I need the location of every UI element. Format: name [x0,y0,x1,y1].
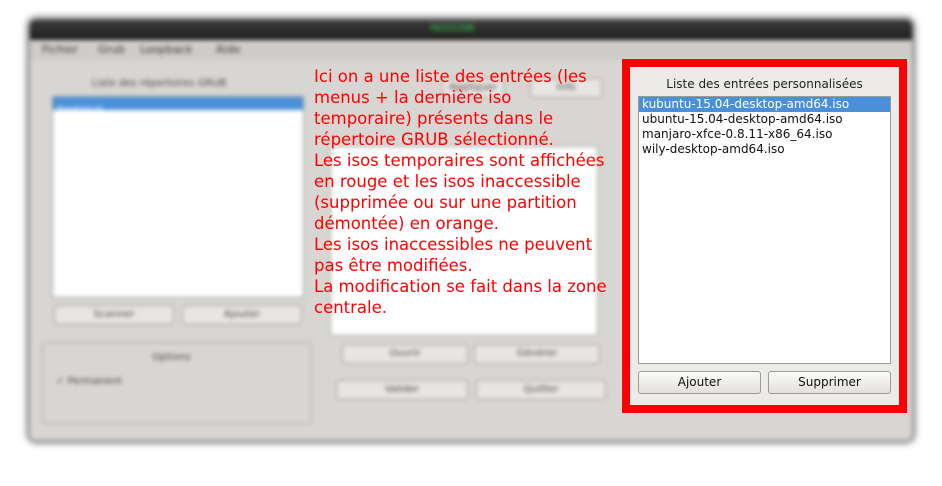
annotation-paragraph: Les isos temporaires sont affichées en r… [314,151,605,233]
annotation-paragraph: Ici on a une liste des entrées (les menu… [314,67,587,149]
add-entry-button[interactable]: Ajouter [638,371,761,394]
validate-button[interactable]: Valider [336,380,468,400]
custom-entries-list[interactable]: kubuntu-15.04-desktop-amd64.iso ubuntu-1… [638,96,891,364]
options-title: Options [152,352,191,363]
custom-entries-title: Liste des entrées personnalisées [666,77,863,91]
generate-button[interactable]: Générer [474,344,600,364]
menu-grub[interactable]: Grub [98,43,125,56]
quit-button[interactable]: Quitter [476,380,606,400]
custom-entries-panel: Liste des entrées personnalisées kubuntu… [622,59,907,413]
remove-entry-button[interactable]: Supprimer [768,371,891,394]
entry-item[interactable]: kubuntu-15.04-desktop-amd64.iso [639,97,890,112]
annotation-paragraph: Les isos inaccessibles ne peuvent pas êt… [314,235,593,275]
title-bar: ISO2USB [30,20,912,40]
grub-dirs-title: Liste des répertoires GRUB [92,78,227,89]
open-button[interactable]: Ouvrir [342,344,468,364]
scan-button[interactable]: Scanner [54,305,174,325]
menu-fichier[interactable]: Fichier [42,43,78,56]
menu-loopback[interactable]: Loopback [140,43,193,56]
menu-aide[interactable]: Aide [216,43,240,56]
entry-item[interactable]: ubuntu-15.04-desktop-amd64.iso [639,112,890,127]
annotation-paragraph: La modification se fait dans la zone cen… [314,277,607,317]
entry-item[interactable]: wily-desktop-amd64.iso [639,142,890,157]
window-title: ISO2USB [430,23,475,34]
grub-dirs-list[interactable]: /boot/grub [52,96,304,298]
add-dir-button[interactable]: Ajouter [182,305,302,325]
permanent-checkbox[interactable]: ✓ Permanent [56,376,122,387]
grub-dir-item[interactable]: /boot/grub [53,97,303,115]
menu-bar: Fichier Grub Loopback Aide [30,40,912,60]
entry-item[interactable]: manjaro-xfce-0.8.11-x86_64.iso [639,127,890,142]
annotation-text: Ici on a une liste des entrées (les menu… [314,66,614,318]
